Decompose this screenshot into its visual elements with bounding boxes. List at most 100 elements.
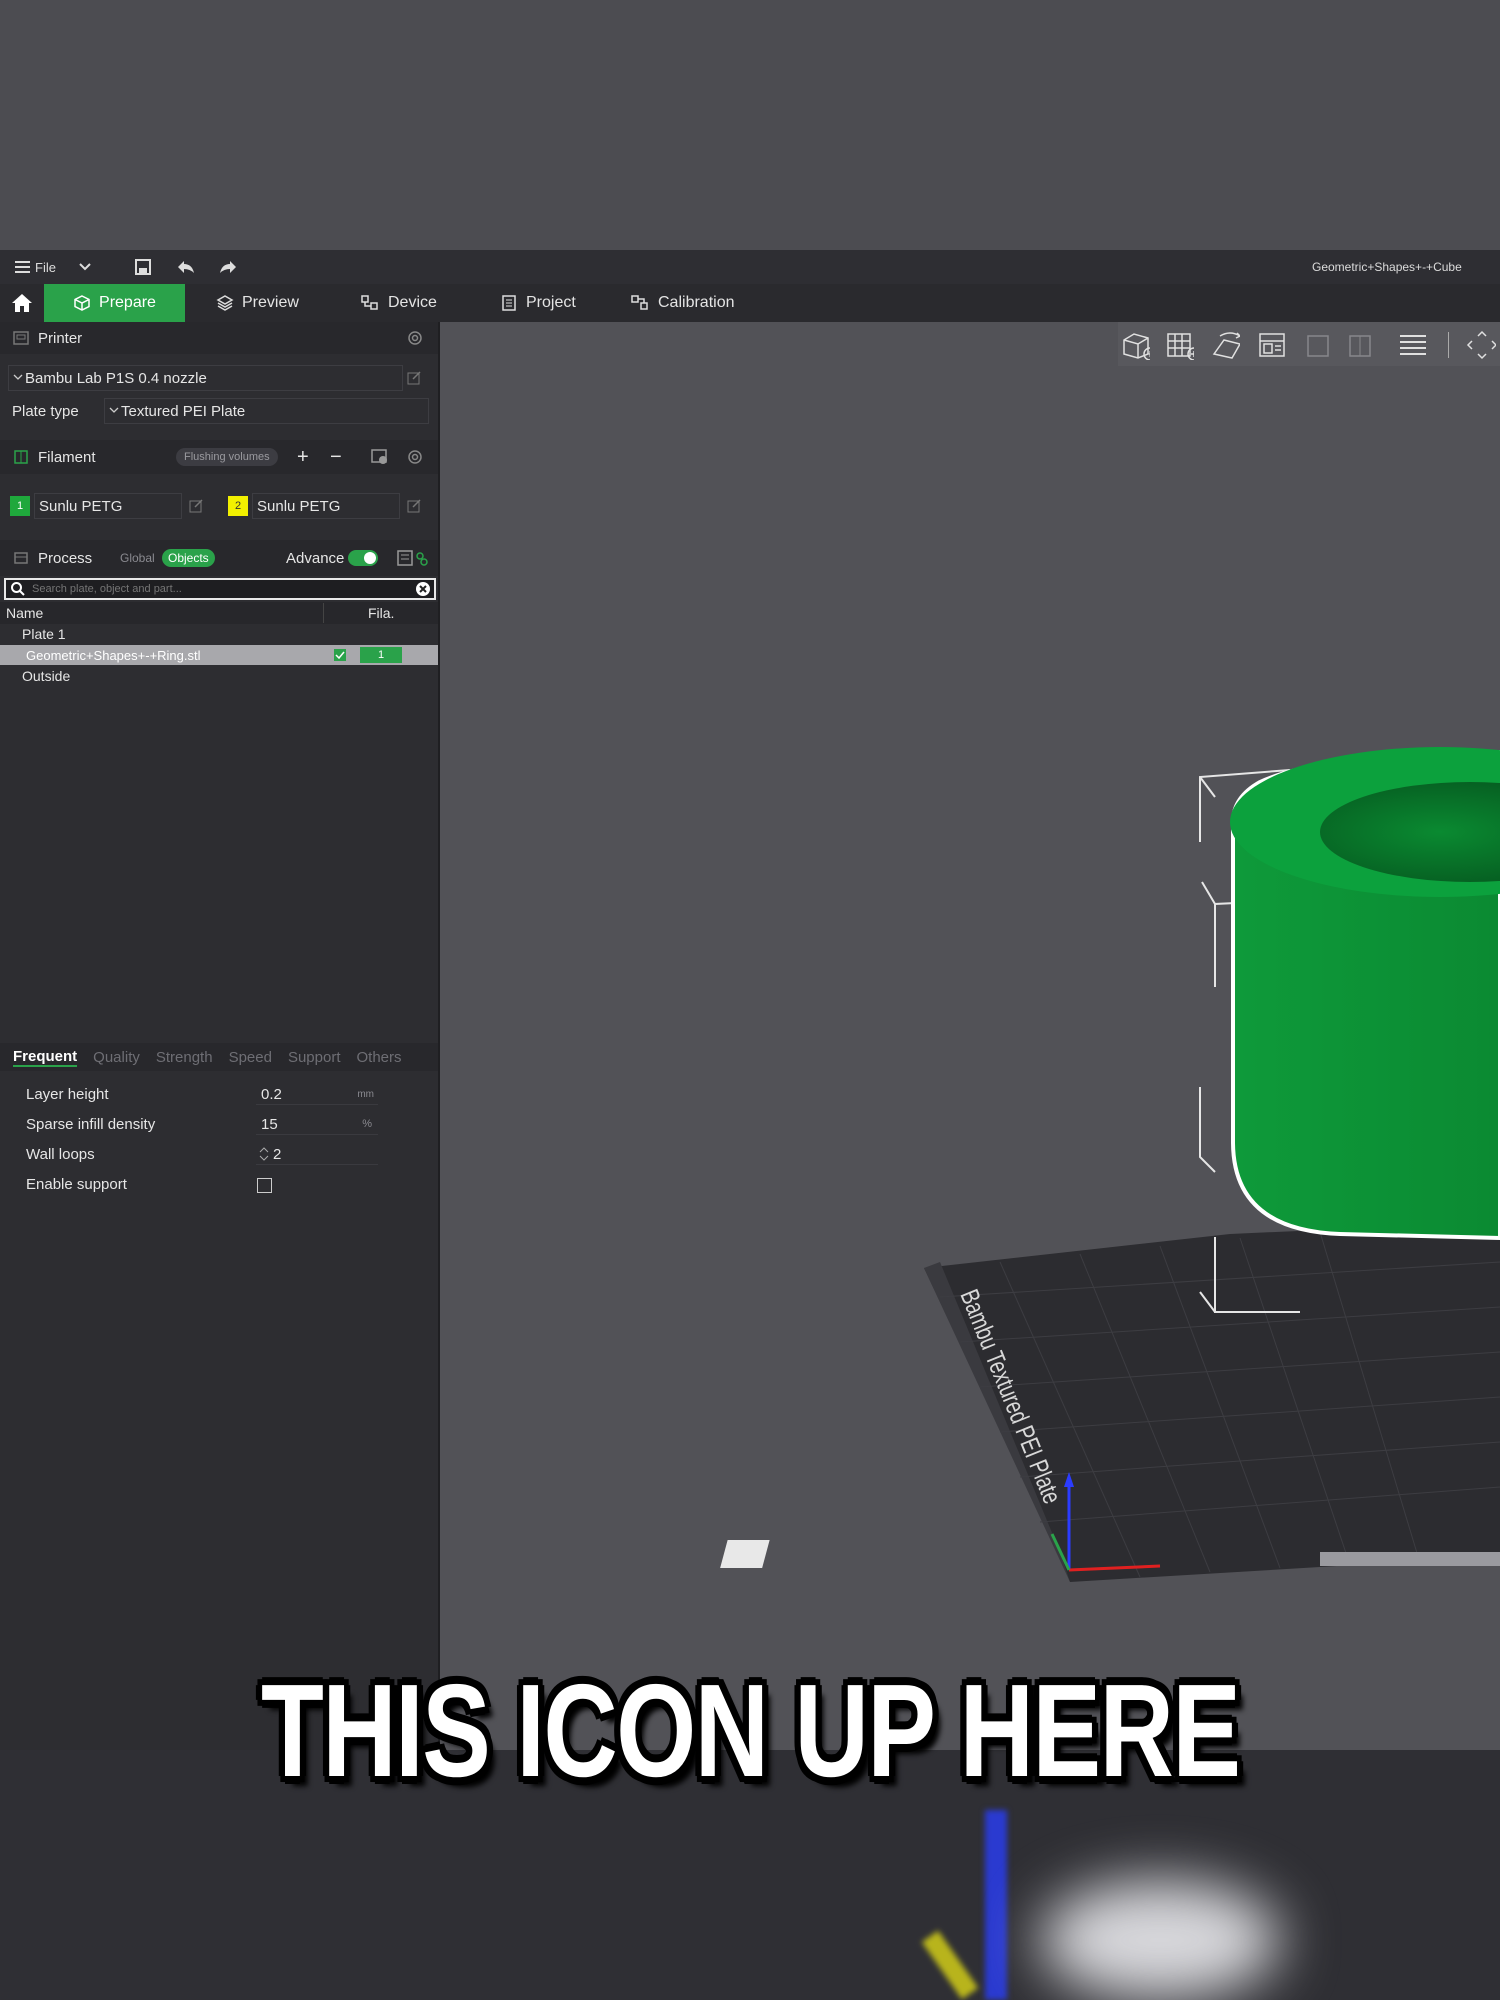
process-list-icon[interactable] [396,549,430,567]
edit-icon[interactable] [406,498,422,514]
list-item-outside[interactable]: Outside [0,666,438,686]
object-search-field[interactable] [4,578,436,600]
video-caption: THIS ICON UP HERE [200,1650,1300,1810]
process-section-header: Process Global Objects Advance [0,540,438,576]
layer-height-label: Layer height [26,1086,109,1103]
save-icon[interactable] [134,250,152,284]
chevron-down-icon[interactable] [78,250,92,284]
flushing-volumes-button[interactable]: Flushing volumes [176,448,278,466]
column-name: Name [6,605,44,621]
checkbox-checked-icon[interactable] [333,648,347,662]
toolbar-divider [1448,332,1449,358]
printer-preset-value: Bambu Lab P1S 0.4 nozzle [25,369,207,387]
file-menu[interactable]: File [14,250,56,284]
global-toggle[interactable]: Global [120,551,155,565]
layers-editing-icon[interactable] [1396,330,1426,360]
object-filament-badge[interactable]: 1 [360,647,402,663]
main-tab-bar: Prepare Preview Device Project Calibrati… [0,284,1500,322]
advance-label: Advance [286,549,345,567]
chevron-down-icon [109,407,119,413]
arrange-icon[interactable] [1256,330,1286,360]
object-name: Geometric+Shapes+-+Ring.stl [26,647,201,663]
settings-tab-bar: Frequent Quality Strength Speed Support … [0,1043,438,1071]
printer-section-label: Printer [38,329,83,347]
objects-toggle[interactable]: Objects [162,549,215,567]
split-parts-icon[interactable] [1344,330,1374,360]
tab-frequent[interactable]: Frequent [13,1048,78,1067]
add-plate-grid-icon[interactable] [1164,330,1194,360]
blurred-y-axis [921,1930,979,2000]
move-gizmo-icon[interactable] [1466,330,1496,360]
window-title: Geometric+Shapes+-+Cube [1312,260,1462,274]
add-filament-button[interactable]: + [297,446,309,469]
filament-color-swatch: 1 [10,496,30,516]
calibration-icon [631,295,648,310]
undo-icon[interactable] [176,250,196,284]
gear-icon[interactable] [406,329,424,347]
split-objects-icon[interactable] [1302,330,1332,360]
plate-type-label: Plate type [12,402,79,420]
edit-icon[interactable] [406,370,422,386]
tab-device[interactable]: Device [360,284,437,322]
filament-item-1[interactable]: 1 Sunlu PETG [10,493,204,519]
chevron-down-icon [13,374,23,380]
list-item-plate[interactable]: Plate 1 [0,624,438,644]
layers-icon [216,295,234,311]
menu-bar: File Geometric+Shapes+-+Cube [0,250,1500,284]
wall-loops-stepper[interactable]: 2 [256,1144,378,1165]
plate-logo-strip [1320,1552,1500,1566]
filament-name: Sunlu PETG [39,497,123,515]
redo-icon[interactable] [218,250,238,284]
hamburger-icon [15,261,30,273]
3d-viewport[interactable]: Bambu Textured PEI Plate [440,322,1500,1750]
filament-icon [14,450,28,464]
tab-quality[interactable]: Quality [93,1049,140,1066]
filament-sync-icon[interactable] [370,448,390,466]
layer-height-field[interactable]: 0.2 mm [256,1084,378,1105]
tab-calibration[interactable]: Calibration [630,284,734,322]
search-input[interactable] [30,582,415,596]
plate-type-value: Textured PEI Plate [121,402,246,420]
printer-preset-dropdown[interactable]: Bambu Lab P1S 0.4 nozzle [8,365,403,391]
tab-strength[interactable]: Strength [156,1049,213,1066]
tab-prepare[interactable]: Prepare [44,284,185,322]
advance-toggle[interactable] [348,550,378,566]
tab-support[interactable]: Support [288,1049,341,1066]
enable-support-checkbox[interactable] [257,1178,272,1193]
printer-section-header: Printer [0,322,438,354]
add-cube-icon[interactable] [1120,330,1150,360]
tab-speed[interactable]: Speed [229,1049,272,1066]
auto-orient-icon[interactable] [1210,330,1240,360]
gear-icon[interactable] [406,448,424,466]
filament-list: 1 Sunlu PETG 2 Sunlu PETG [0,492,438,520]
tab-preview[interactable]: Preview [216,284,299,322]
origin-marker [720,1540,770,1568]
sidebar: Printer Bambu Lab P1S 0.4 nozzle Plate t… [0,322,440,1750]
remove-filament-button[interactable]: − [330,446,342,469]
plate-type-dropdown[interactable]: Textured PEI Plate [104,398,429,424]
filament-section-label: Filament [38,448,96,466]
clear-search-icon[interactable] [415,581,431,597]
enable-support-label: Enable support [26,1176,127,1193]
filament-name: Sunlu PETG [257,497,341,515]
sparse-infill-label: Sparse infill density [26,1116,156,1133]
printer-icon [13,331,29,345]
frequent-settings: Layer height 0.2 mm Sparse infill densit… [0,1080,438,1210]
plate-label: Plate 1 [22,626,66,642]
tab-project[interactable]: Project [500,284,576,322]
process-section-label: Process [38,549,93,567]
stepper-arrows-icon[interactable] [259,1146,269,1162]
edit-icon[interactable] [188,498,204,514]
filament-item-2[interactable]: 2 Sunlu PETG [228,493,422,519]
device-icon [361,295,378,310]
blurred-z-axis [985,1810,1007,2000]
home-icon[interactable] [10,284,34,322]
list-item-object[interactable]: Geometric+Shapes+-+Ring.stl 1 [0,645,438,665]
cube-icon [74,295,90,311]
column-fila: Fila. [368,605,395,621]
sparse-infill-field[interactable]: 15 % [256,1114,378,1135]
wall-loops-label: Wall loops [26,1146,95,1163]
viewport-toolbar [1118,322,1500,366]
object-list-header: Name Fila. [0,602,438,624]
tab-others[interactable]: Others [357,1049,402,1066]
